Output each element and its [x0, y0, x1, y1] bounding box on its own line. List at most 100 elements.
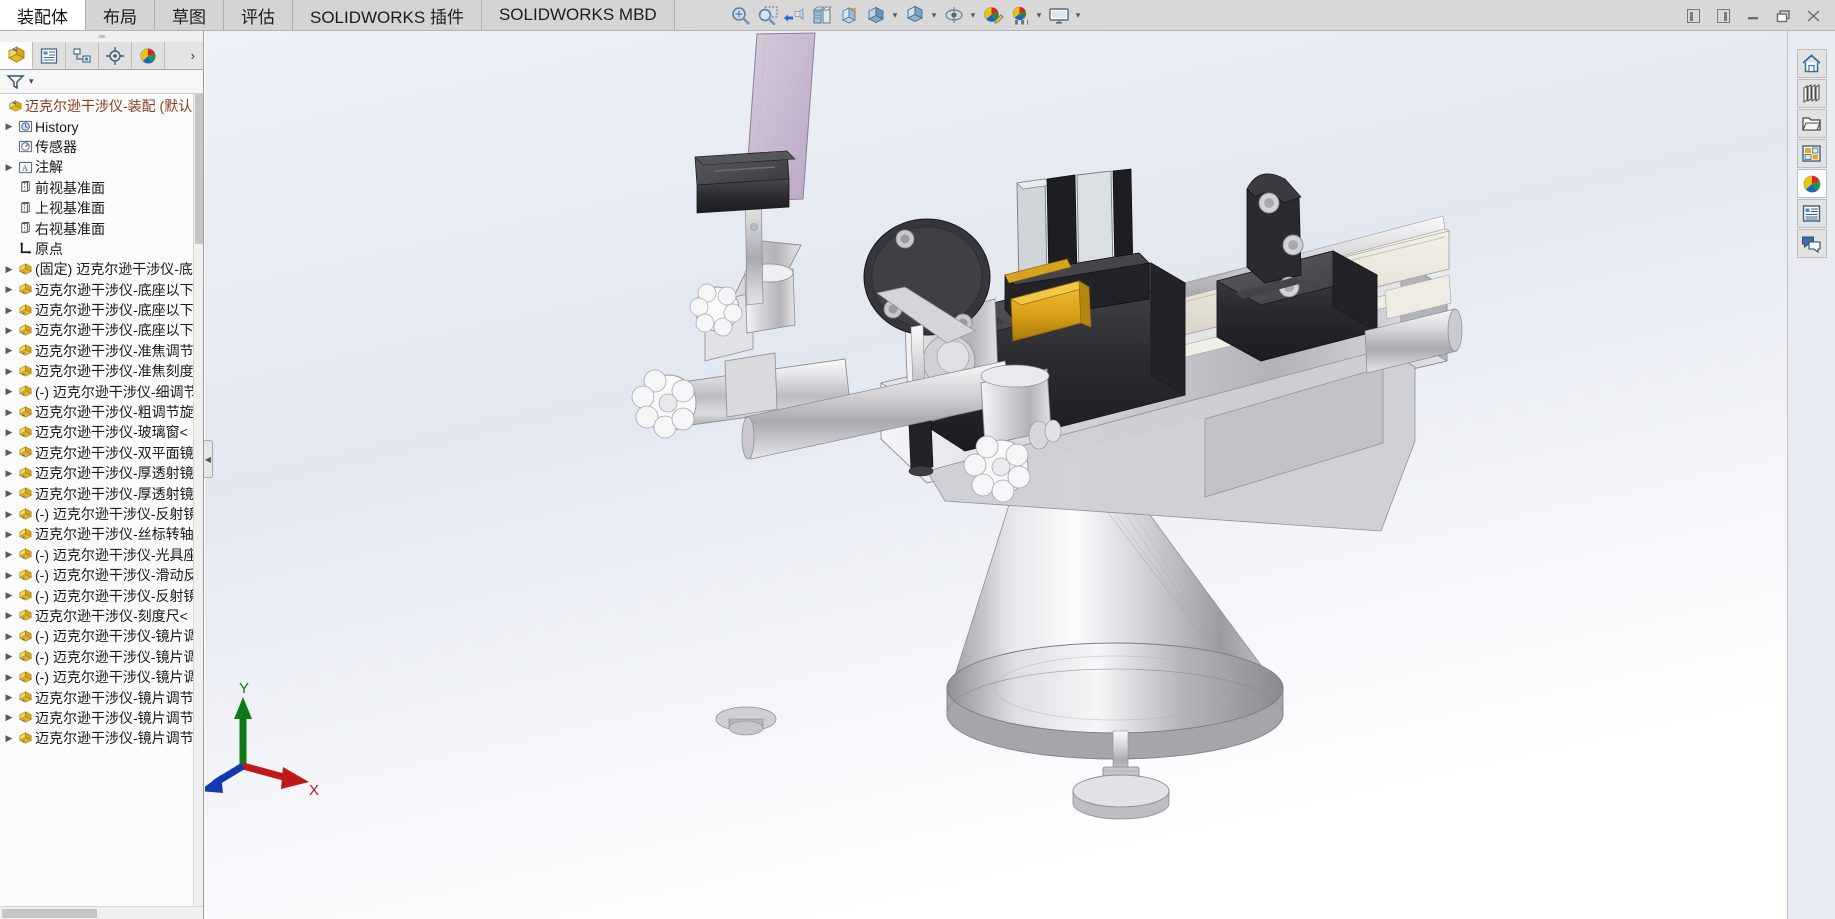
expand-arrow-icon[interactable]: ▶ — [2, 162, 16, 173]
tab-configuration-manager[interactable] — [66, 42, 99, 69]
btn-restore[interactable] — [1773, 6, 1793, 26]
tree-item[interactable]: ▶ (固定) 迈克尔逊干涉仪-底 — [0, 259, 203, 279]
tree-item[interactable]: ▶ 迈克尔逊干涉仪-厚透射镜 — [0, 483, 203, 503]
filter-chevron-down-icon[interactable]: ▾ — [29, 76, 34, 87]
tree-item[interactable]: ▶ 迈克尔逊干涉仪-玻璃窗< — [0, 422, 203, 442]
tree-item[interactable]: ▶ 迈克尔逊干涉仪-底座以下 — [0, 300, 203, 320]
expand-arrow-icon[interactable]: ▶ — [2, 427, 16, 438]
tab-property-manager[interactable] — [33, 42, 66, 69]
view-orientation-icon[interactable] — [836, 3, 861, 28]
viewport-display-icon[interactable] — [1046, 3, 1071, 28]
expand-arrow-icon[interactable]: ▶ — [2, 488, 16, 499]
tab-dimxpert-manager[interactable] — [99, 42, 132, 69]
tree-item[interactable]: ▶ History — [0, 116, 203, 136]
expand-arrow-icon[interactable]: ▶ — [2, 345, 16, 356]
expand-arrow-icon[interactable]: ▶ — [2, 672, 16, 683]
tree-item[interactable]: ▶ 迈克尔逊干涉仪-丝标转轴 — [0, 524, 203, 544]
tab-solidworks-addins[interactable]: SOLIDWORKS 插件 — [293, 0, 482, 30]
display-style-icon[interactable] — [863, 3, 888, 28]
tree-item[interactable]: ▶ 迈克尔逊干涉仪-底座以下 — [0, 280, 203, 300]
expand-arrow-icon[interactable]: ▶ — [2, 407, 16, 418]
view-settings-icon[interactable] — [941, 3, 966, 28]
hide-show-items-icon[interactable] — [902, 3, 927, 28]
tree-item[interactable]: 传感器 — [0, 137, 203, 157]
tree-item[interactable]: ▶ (-) 迈克尔逊干涉仪-反射镜 — [0, 585, 203, 605]
expand-arrow-icon[interactable]: ▶ — [2, 570, 16, 581]
edit-appearance-icon[interactable] — [980, 3, 1005, 28]
tree-item[interactable]: 上视基准面 — [0, 198, 203, 218]
feature-tree-hscrollbar[interactable] — [0, 906, 203, 919]
panel-drag-handle[interactable] — [0, 31, 203, 42]
zoom-to-fit-icon[interactable] — [728, 3, 753, 28]
task-pane-design-library[interactable] — [1796, 79, 1827, 108]
apply-scene-icon[interactable] — [1007, 3, 1032, 28]
btn-dock-left[interactable] — [1683, 6, 1703, 26]
tree-item[interactable]: 原点 — [0, 239, 203, 259]
tab-solidworks-mbd[interactable]: SOLIDWORKS MBD — [481, 0, 675, 30]
btn-minimize[interactable] — [1743, 6, 1763, 26]
tree-item[interactable]: ▶ (-) 迈克尔逊干涉仪-镜片调 — [0, 647, 203, 667]
apply-scene-chevron-down-icon[interactable]: ▾ — [1034, 10, 1044, 21]
tab-sketch[interactable]: 草图 — [155, 0, 224, 30]
tree-item[interactable]: ▶ (-) 迈克尔逊干涉仪-光具座 — [0, 545, 203, 565]
tree-root-item[interactable]: 迈克尔逊干涉仪-装配 (默认< — [0, 96, 203, 116]
tree-item[interactable]: ▶ 迈克尔逊干涉仪-准焦调节 — [0, 341, 203, 361]
tree-item[interactable]: 前视基准面 — [0, 178, 203, 198]
tree-item[interactable]: ▶ (-) 迈克尔逊干涉仪-镜片调 — [0, 667, 203, 687]
tree-item[interactable]: ▶ 迈克尔逊干涉仪-镜片调节 — [0, 687, 203, 707]
viewport-display-chevron-down-icon[interactable]: ▾ — [1073, 10, 1083, 21]
tree-item[interactable]: ▶ 迈克尔逊干涉仪-准焦刻度 — [0, 361, 203, 381]
tree-item[interactable]: ▶ (-) 迈克尔逊干涉仪-镜片调 — [0, 626, 203, 646]
expand-arrow-icon[interactable]: ▶ — [2, 325, 16, 336]
tab-layout[interactable]: 布局 — [86, 0, 155, 30]
task-pane-home[interactable] — [1796, 49, 1827, 78]
tree-item[interactable]: ▶ (-) 迈克尔逊干涉仪-滑动反 — [0, 565, 203, 585]
panel-collapse-grip[interactable]: ◀ — [204, 440, 213, 478]
tab-evaluate[interactable]: 评估 — [224, 0, 293, 30]
expand-arrow-icon[interactable]: ▶ — [2, 386, 16, 397]
tree-item[interactable]: ▶ 迈克尔逊干涉仪-粗调节旋 — [0, 402, 203, 422]
section-view-icon[interactable] — [809, 3, 834, 28]
expand-arrow-icon[interactable]: ▶ — [2, 529, 16, 540]
feature-tree-vscroll-thumb[interactable] — [195, 94, 203, 244]
tree-item[interactable]: ▶ 迈克尔逊干涉仪-厚透射镜 — [0, 463, 203, 483]
expand-arrow-icon[interactable]: ▶ — [2, 712, 16, 723]
tree-item[interactable]: ▶ (-) 迈克尔逊干涉仪-细调节 — [0, 381, 203, 401]
expand-arrow-icon[interactable]: ▶ — [2, 264, 16, 275]
hide-show-chevron-down-icon[interactable]: ▾ — [929, 10, 939, 21]
task-pane-forum[interactable] — [1796, 229, 1827, 258]
graphics-viewport[interactable]: Y X Z — [205, 31, 1787, 919]
feature-tree[interactable]: 迈克尔逊干涉仪-装配 (默认< ▶ History 传感器 ▶ A 注解 前视基准面 上视基准面… — [0, 94, 203, 906]
expand-arrow-icon[interactable]: ▶ — [2, 509, 16, 520]
expand-arrow-icon[interactable]: ▶ — [2, 631, 16, 642]
expand-arrow-icon[interactable]: ▶ — [2, 366, 16, 377]
expand-arrow-icon[interactable]: ▶ — [2, 590, 16, 601]
manager-tabs-more-button[interactable]: › — [165, 42, 203, 69]
expand-arrow-icon[interactable]: ▶ — [2, 692, 16, 703]
tab-feature-manager[interactable] — [0, 42, 33, 69]
btn-close[interactable] — [1803, 6, 1823, 26]
expand-arrow-icon[interactable]: ▶ — [2, 549, 16, 560]
feature-tree-vscrollbar[interactable] — [193, 94, 203, 906]
tab-display-manager[interactable] — [132, 42, 165, 69]
expand-arrow-icon[interactable]: ▶ — [2, 447, 16, 458]
previous-view-icon[interactable] — [782, 3, 807, 28]
tree-item[interactable]: ▶ 迈克尔逊干涉仪-镜片调节 — [0, 728, 203, 748]
tree-filter-bar[interactable]: ▾ — [0, 70, 203, 94]
tree-item[interactable]: ▶ 迈克尔逊干涉仪-刻度尺< — [0, 606, 203, 626]
zoom-area-icon[interactable] — [755, 3, 780, 28]
feature-tree-hscroll-thumb[interactable] — [2, 909, 97, 918]
tree-item[interactable]: ▶ 迈克尔逊干涉仪-双平面镜 — [0, 443, 203, 463]
tab-assembly[interactable]: 装配体 — [0, 0, 86, 30]
tree-item[interactable]: ▶ A 注解 — [0, 157, 203, 177]
task-pane-custom-properties[interactable] — [1796, 199, 1827, 228]
expand-arrow-icon[interactable]: ▶ — [2, 305, 16, 316]
expand-arrow-icon[interactable]: ▶ — [2, 468, 16, 479]
expand-arrow-icon[interactable]: ▶ — [2, 610, 16, 621]
expand-arrow-icon[interactable]: ▶ — [2, 121, 16, 132]
tree-item[interactable]: ▶ (-) 迈克尔逊干涉仪-反射镜 — [0, 504, 203, 524]
tree-item[interactable]: 右视基准面 — [0, 218, 203, 238]
task-pane-appearances[interactable] — [1796, 169, 1827, 198]
task-pane-view-palette[interactable] — [1796, 139, 1827, 168]
task-pane-file-explorer[interactable] — [1796, 109, 1827, 138]
